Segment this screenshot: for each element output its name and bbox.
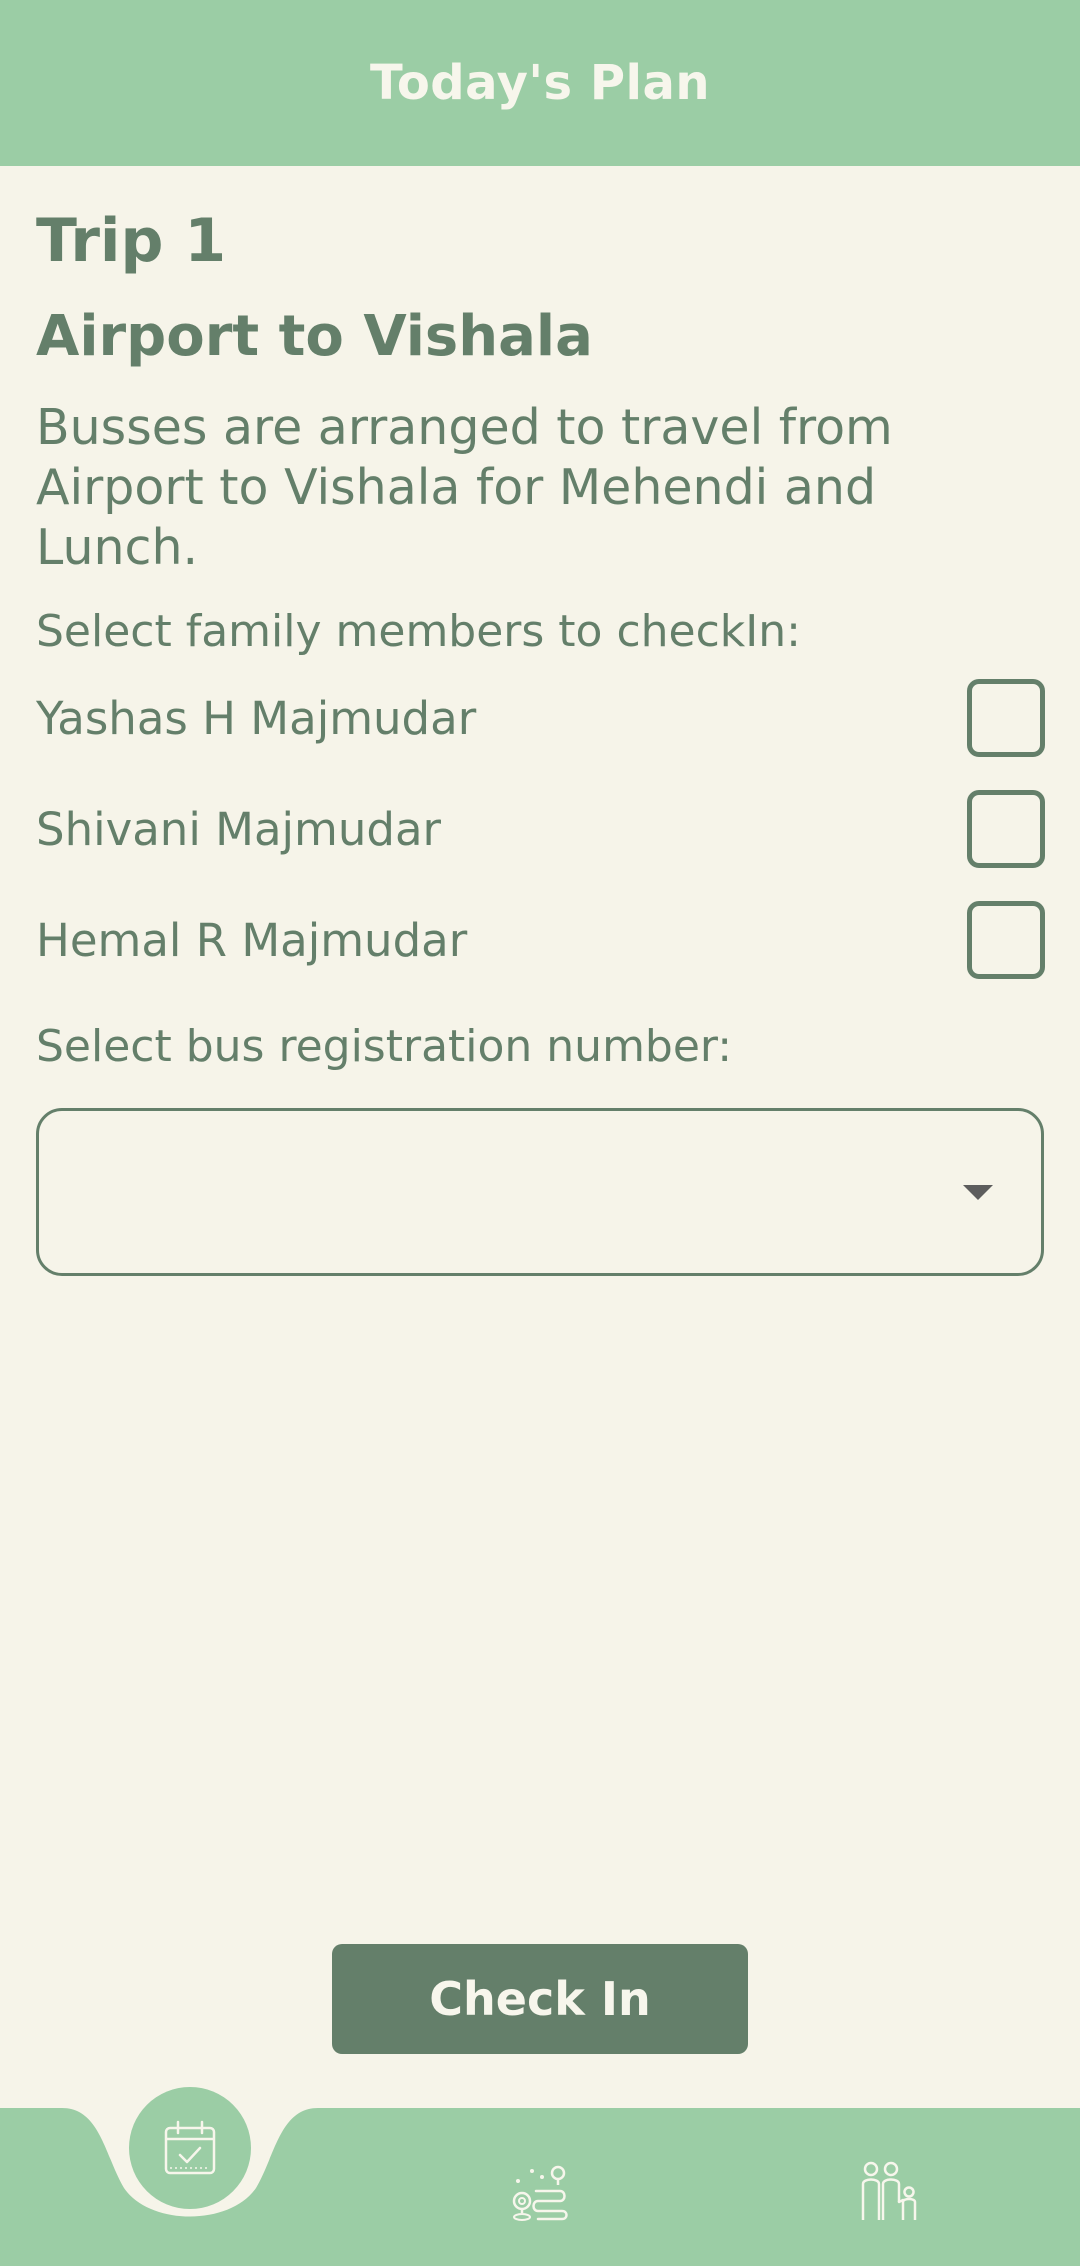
member-checkbox[interactable] — [967, 679, 1045, 757]
bottom-navigation — [0, 2087, 1080, 2266]
app-header: Today's Plan — [0, 0, 1080, 166]
caret-down-icon — [963, 1184, 993, 1200]
route-map-icon — [512, 2165, 568, 2221]
family-icon — [861, 2161, 917, 2220]
member-row[interactable]: Shivani Majmudar — [36, 789, 1045, 869]
trip-title: Trip 1 — [36, 206, 227, 276]
nav-item-family[interactable] — [848, 2153, 932, 2233]
today-plan-screen: Today's Plan Trip 1 Airport to Vishala B… — [0, 0, 1080, 2266]
nav-item-route[interactable] — [500, 2153, 580, 2233]
member-name: Hemal R Majmudar — [36, 913, 468, 967]
route-title: Airport to Vishala — [36, 304, 593, 369]
member-row[interactable]: Yashas H Majmudar — [36, 678, 1045, 758]
bus-registration-select[interactable] — [36, 1108, 1044, 1276]
page-title: Today's Plan — [369, 55, 711, 111]
nav-item-today-plan[interactable] — [129, 2087, 251, 2209]
check-in-button[interactable]: Check In — [332, 1944, 748, 2054]
member-name: Shivani Majmudar — [36, 802, 442, 856]
trip-description: Busses are arranged to travel from Airpo… — [36, 399, 893, 576]
member-name: Yashas H Majmudar — [36, 691, 477, 745]
members-prompt: Select family members to checkIn: — [36, 606, 801, 657]
member-row[interactable]: Hemal R Majmudar — [36, 900, 1045, 980]
calendar-check-icon — [164, 2120, 216, 2175]
bus-prompt: Select bus registration number: — [36, 1021, 733, 1072]
member-checkbox[interactable] — [967, 901, 1045, 979]
member-checkbox[interactable] — [967, 790, 1045, 868]
